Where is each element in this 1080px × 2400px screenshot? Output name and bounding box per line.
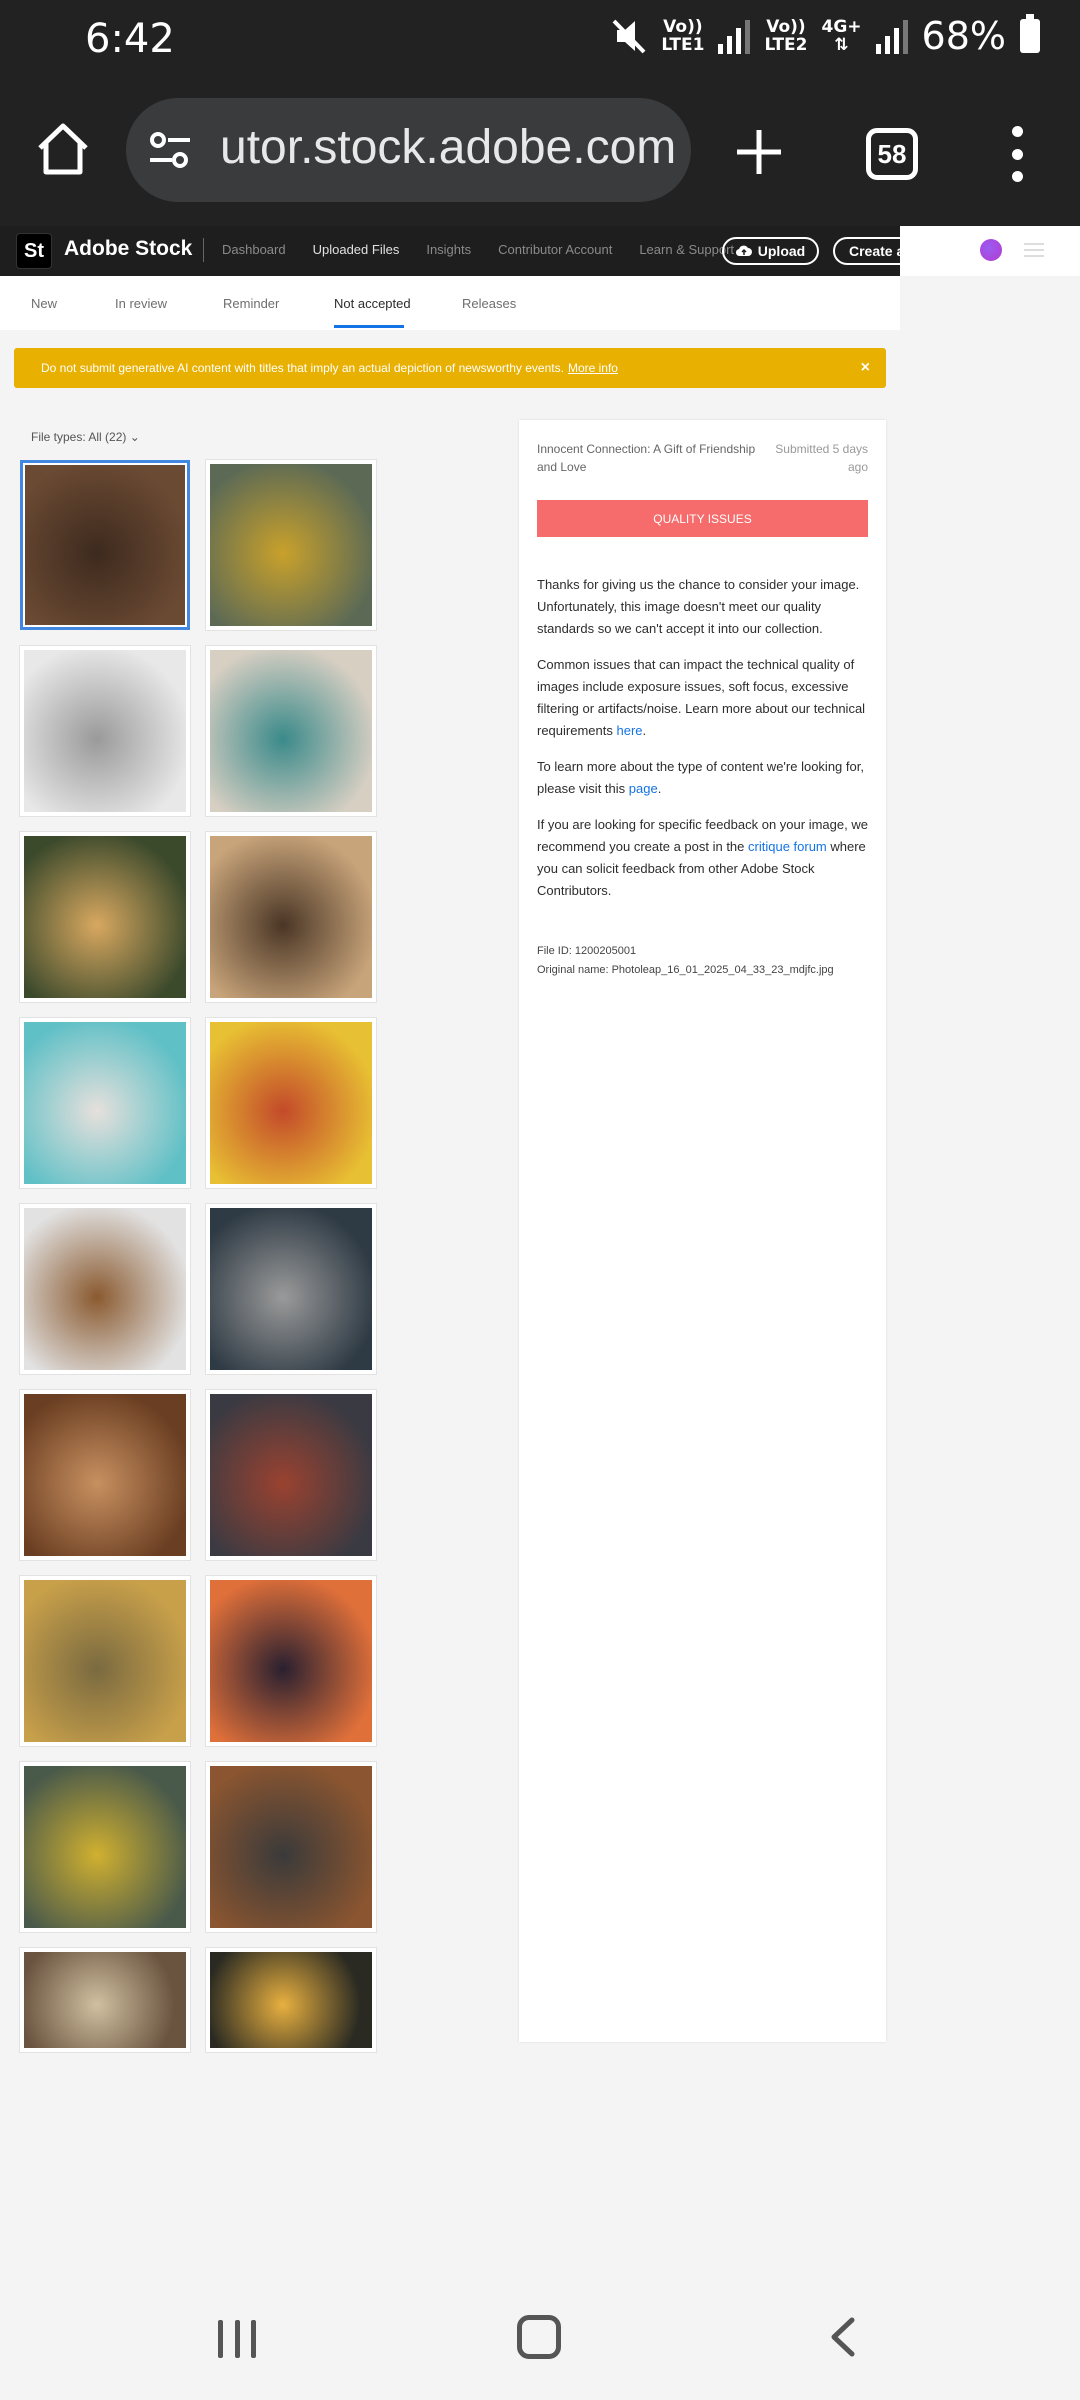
network-type: 4G+ ⇅ bbox=[821, 17, 862, 55]
tab-releases[interactable]: Releases bbox=[462, 296, 516, 311]
technical-requirements-link[interactable]: here bbox=[616, 723, 642, 738]
menu-icon[interactable] bbox=[1024, 243, 1044, 257]
thumbnail-image bbox=[210, 1766, 372, 1928]
nav-uploaded-files[interactable]: Uploaded Files bbox=[313, 242, 400, 257]
thumbnail-16[interactable] bbox=[206, 1762, 376, 1932]
thumbnail-image bbox=[24, 1580, 186, 1742]
sim2-indicator: Vo)) LTE2 bbox=[764, 17, 808, 55]
thumbnail-image bbox=[210, 1952, 372, 2048]
banner-message: Do not submit generative AI content with… bbox=[41, 361, 618, 375]
thumbnail-image bbox=[25, 465, 185, 625]
upload-button[interactable]: Upload bbox=[722, 237, 819, 265]
thumbnail-13[interactable] bbox=[20, 1576, 190, 1746]
battery-icon bbox=[1020, 14, 1040, 53]
nav-insights[interactable]: Insights bbox=[426, 242, 471, 257]
thumbnail-5[interactable] bbox=[20, 832, 190, 1002]
thumbnail-8[interactable] bbox=[206, 1018, 376, 1188]
tab-not-accepted[interactable]: Not accepted bbox=[334, 296, 411, 311]
thumbnail-6[interactable] bbox=[206, 832, 376, 1002]
thumbnail-3[interactable] bbox=[20, 646, 190, 816]
thumbnail-2[interactable] bbox=[206, 460, 376, 630]
overflow-area bbox=[900, 226, 1080, 2266]
content-info: To learn more about the type of content … bbox=[537, 759, 864, 796]
browser-toolbar: utor.stock.adobe.com 58 bbox=[0, 80, 1080, 226]
close-icon[interactable]: × bbox=[861, 359, 870, 377]
thumbnail-image bbox=[24, 1022, 186, 1184]
url-text: utor.stock.adobe.com bbox=[220, 121, 677, 174]
thumbnail-image bbox=[210, 650, 372, 812]
critique-forum-link[interactable]: critique forum bbox=[748, 839, 827, 854]
thumbnail-image bbox=[210, 1394, 372, 1556]
thumbnail-image bbox=[210, 1022, 372, 1184]
rejection-message: Thanks for giving us the chance to consi… bbox=[537, 577, 860, 636]
thumbnail-image bbox=[210, 1580, 372, 1742]
signal-bars-icon bbox=[875, 18, 908, 54]
thumbnail-9[interactable] bbox=[20, 1204, 190, 1374]
adobe-stock-logo[interactable]: St bbox=[16, 233, 52, 269]
thumbnail-4[interactable] bbox=[206, 646, 376, 816]
thumbnail-18[interactable] bbox=[206, 1948, 376, 2052]
site-settings-icon[interactable] bbox=[148, 130, 192, 170]
nav-learn-support[interactable]: Learn & Support bbox=[639, 242, 734, 257]
thumbnail-image bbox=[24, 1208, 186, 1370]
brand-name[interactable]: Adobe Stock bbox=[64, 237, 192, 261]
page-link[interactable]: page bbox=[629, 781, 658, 796]
thumbnail-14[interactable] bbox=[206, 1576, 376, 1746]
original-name: Original name: Photoleap_16_01_2025_04_3… bbox=[537, 964, 834, 976]
more-options-icon[interactable] bbox=[1006, 126, 1028, 182]
mute-icon bbox=[612, 19, 646, 54]
system-nav-bar bbox=[0, 2266, 1080, 2400]
thumbnail-image bbox=[210, 1208, 372, 1370]
thumbnail-15[interactable] bbox=[20, 1762, 190, 1932]
thumbnail-image bbox=[210, 836, 372, 998]
back-icon[interactable] bbox=[828, 2316, 858, 2358]
thumbnail-17[interactable] bbox=[20, 1948, 190, 2052]
chevron-down-icon: ⌄ bbox=[129, 430, 140, 444]
home-icon[interactable] bbox=[34, 120, 92, 178]
nav-contributor-account[interactable]: Contributor Account bbox=[498, 242, 612, 257]
rejection-reason-badge: QUALITY ISSUES bbox=[537, 500, 868, 537]
signal-bars-icon bbox=[718, 18, 751, 54]
file-type-filter[interactable]: File types: All (22) ⌄ bbox=[31, 430, 140, 444]
thumbnail-image bbox=[24, 1394, 186, 1556]
battery-percent: 68% bbox=[921, 14, 1006, 58]
clock: 6:42 bbox=[85, 16, 175, 62]
create-release-button[interactable]: Create a release bbox=[833, 237, 961, 265]
tab-new[interactable]: New bbox=[31, 296, 57, 311]
address-bar[interactable]: utor.stock.adobe.com bbox=[126, 98, 691, 202]
nav-dashboard[interactable]: Dashboard bbox=[222, 242, 286, 257]
main-nav: Dashboard Uploaded Files Insights Contri… bbox=[222, 242, 734, 257]
avatar[interactable] bbox=[980, 239, 1002, 261]
cloud-upload-icon bbox=[735, 245, 752, 257]
active-tab-indicator bbox=[334, 325, 404, 328]
feedback-info: If you are looking for specific feedback… bbox=[537, 817, 868, 898]
file-id: File ID: 1200205001 bbox=[537, 945, 637, 957]
thumbnail-1[interactable] bbox=[20, 460, 190, 630]
tab-in-review[interactable]: In review bbox=[115, 296, 167, 311]
thumbnail-image bbox=[24, 1952, 186, 2048]
tab-switcher-button[interactable]: 58 bbox=[866, 128, 918, 180]
notice-banner: Do not submit generative AI content with… bbox=[14, 348, 886, 388]
thumbnail-7[interactable] bbox=[20, 1018, 190, 1188]
asset-title: Innocent Connection: A Gift of Friendshi… bbox=[537, 442, 756, 474]
thumbnail-12[interactable] bbox=[206, 1390, 376, 1560]
thumbnail-image bbox=[210, 464, 372, 626]
more-info-link[interactable]: More info bbox=[568, 361, 618, 375]
thumbnail-image bbox=[24, 1766, 186, 1928]
tab-reminder[interactable]: Reminder bbox=[223, 296, 279, 311]
detail-panel: Innocent Connection: A Gift of Friendshi… bbox=[519, 420, 886, 2042]
home-button-icon[interactable] bbox=[517, 2315, 561, 2359]
submitted-date: Submitted 5 days ago bbox=[775, 442, 868, 474]
divider bbox=[203, 238, 204, 262]
sim1-indicator: Vo)) LTE1 bbox=[661, 17, 705, 55]
thumbnail-image bbox=[24, 836, 186, 998]
quality-info: Common issues that can impact the techni… bbox=[537, 657, 866, 738]
status-tabs: New In review Reminder Not accepted Rele… bbox=[0, 276, 900, 330]
thumbnail-image bbox=[24, 650, 186, 812]
status-bar: 6:42 Vo)) LTE1 Vo)) LTE2 4G+ ⇅ 68% bbox=[0, 0, 1080, 80]
recent-apps-icon[interactable] bbox=[218, 2320, 256, 2358]
thumbnail-10[interactable] bbox=[206, 1204, 376, 1374]
new-tab-icon[interactable] bbox=[735, 128, 783, 176]
thumbnail-11[interactable] bbox=[20, 1390, 190, 1560]
